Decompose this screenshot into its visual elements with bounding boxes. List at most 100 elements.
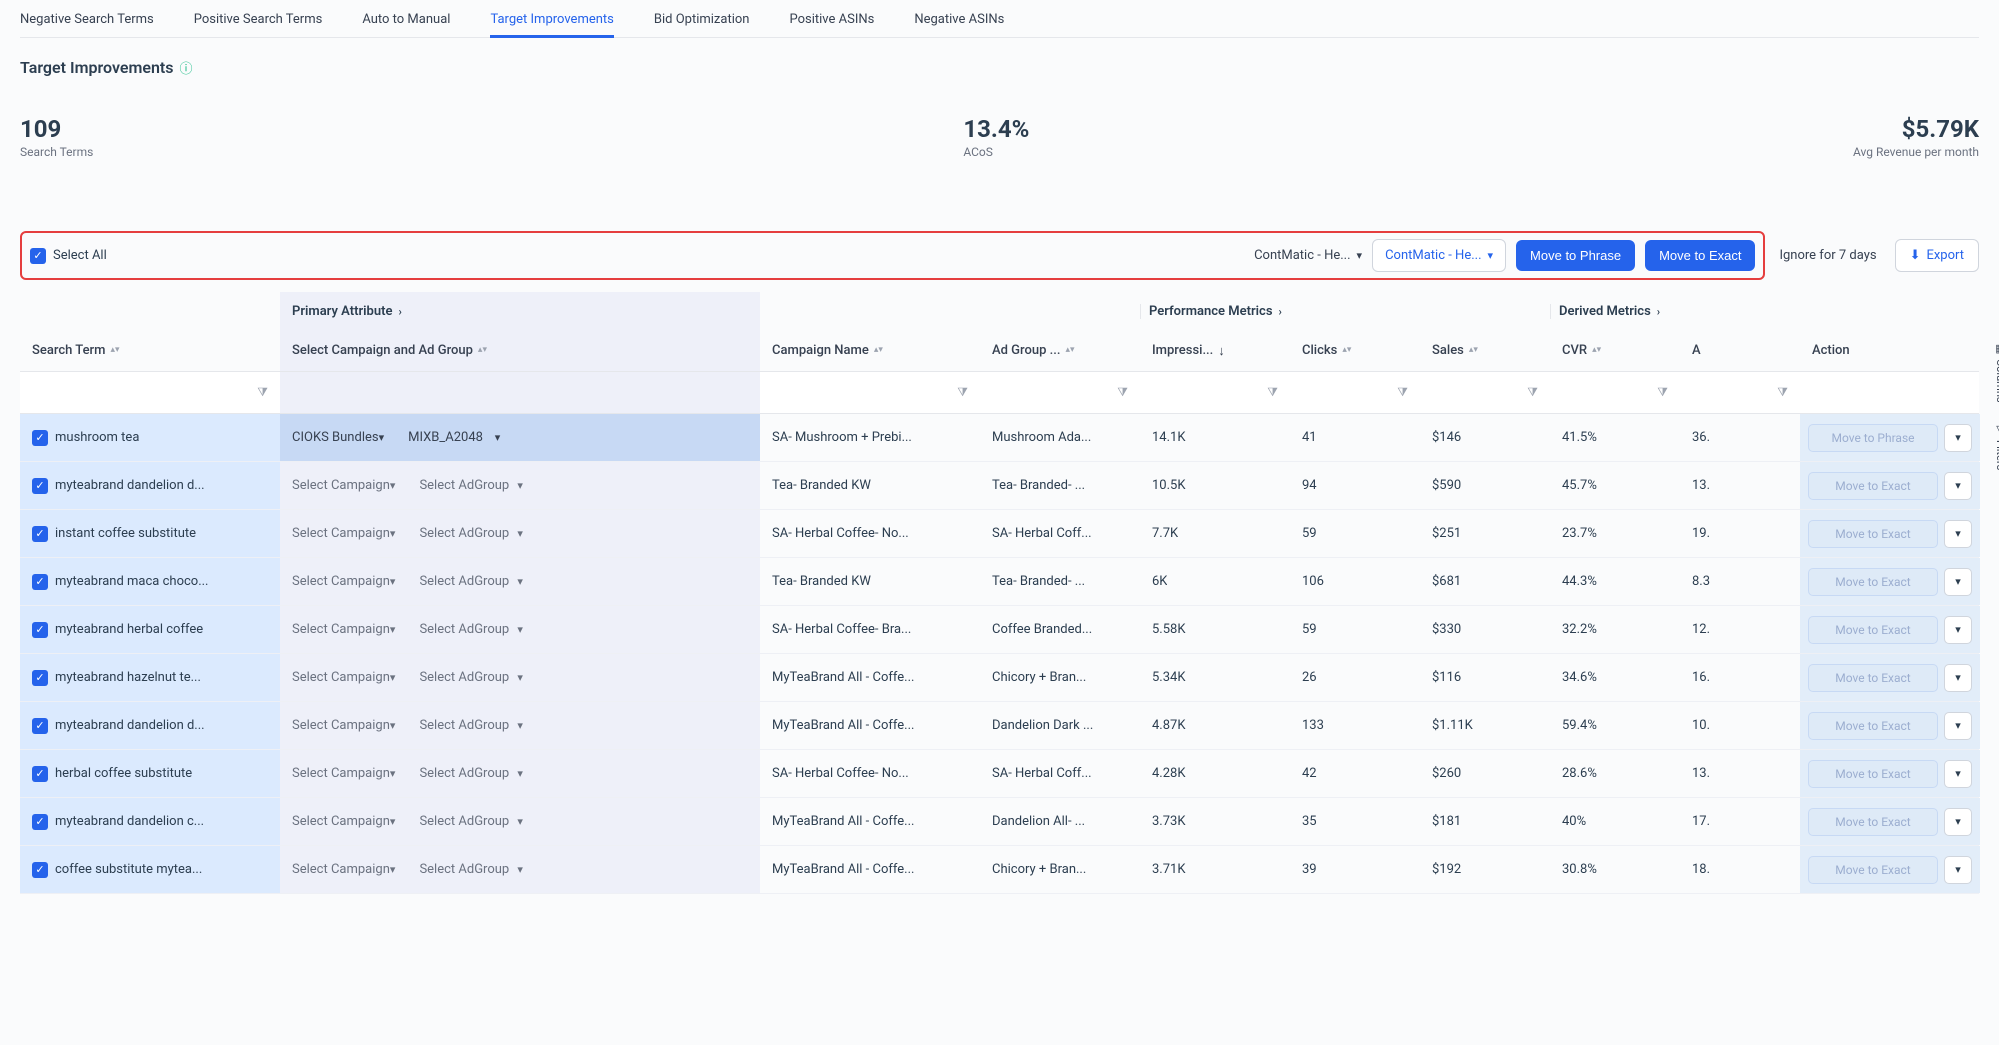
row-checkbox[interactable]: ✓ bbox=[32, 526, 48, 542]
action-dropdown-button[interactable]: ▾ bbox=[1944, 616, 1972, 644]
row-checkbox[interactable]: ✓ bbox=[32, 478, 48, 494]
filter-campaign[interactable] bbox=[772, 386, 957, 400]
row-checkbox[interactable]: ✓ bbox=[32, 718, 48, 734]
campaign-select[interactable]: Select Campaign▾ bbox=[280, 462, 407, 509]
info-icon[interactable]: ⓘ bbox=[180, 58, 193, 77]
adgroup-select[interactable]: Select AdGroup▾ bbox=[407, 846, 534, 893]
tab-negative-asins[interactable]: Negative ASINs bbox=[914, 10, 1004, 29]
action-dropdown-button[interactable]: ▾ bbox=[1944, 856, 1972, 884]
tab-auto-to-manual[interactable]: Auto to Manual bbox=[362, 10, 450, 29]
filter-impressions[interactable] bbox=[1152, 386, 1267, 400]
tab-target-improvements[interactable]: Target Improvements bbox=[490, 10, 613, 38]
cell-sales: $146 bbox=[1420, 414, 1550, 461]
action-dropdown-button[interactable]: ▾ bbox=[1944, 568, 1972, 596]
cell-clicks: 35 bbox=[1290, 798, 1420, 845]
campaign-select[interactable]: Select Campaign▾ bbox=[280, 798, 407, 845]
filter-icon[interactable]: ⧩ bbox=[957, 385, 968, 400]
filter-search-term[interactable] bbox=[32, 386, 257, 400]
filter-icon[interactable]: ⧩ bbox=[1117, 385, 1128, 400]
campaign-select[interactable]: Select Campaign▾ bbox=[280, 558, 407, 605]
filter-icon[interactable]: ⧩ bbox=[1267, 385, 1278, 400]
row-checkbox[interactable]: ✓ bbox=[32, 862, 48, 878]
tab-bid-optimization[interactable]: Bid Optimization bbox=[654, 10, 750, 29]
cell-search-term[interactable]: ✓myteabrand dandelion d... bbox=[20, 702, 280, 749]
row-checkbox[interactable]: ✓ bbox=[32, 622, 48, 638]
move-to-phrase-button[interactable]: Move to Phrase bbox=[1516, 240, 1635, 271]
campaign-select[interactable]: Select Campaign▾ bbox=[280, 510, 407, 557]
filter-icon[interactable]: ⧩ bbox=[1657, 385, 1668, 400]
cell-search-term[interactable]: ✓myteabrand dandelion d... bbox=[20, 462, 280, 509]
cell-search-term[interactable]: ✓myteabrand dandelion c... bbox=[20, 798, 280, 845]
tab-negative-search-terms[interactable]: Negative Search Terms bbox=[20, 10, 154, 29]
cell-search-term[interactable]: ✓mushroom tea bbox=[20, 414, 280, 461]
row-checkbox[interactable]: ✓ bbox=[32, 670, 48, 686]
campaign-select[interactable]: CIOKS Bundles▾ bbox=[280, 414, 396, 461]
cell-sales: $1.11K bbox=[1420, 702, 1550, 749]
action-dropdown-button[interactable]: ▾ bbox=[1944, 424, 1972, 452]
export-button[interactable]: ⬇ Export bbox=[1895, 239, 1979, 272]
filter-icon[interactable]: ⧩ bbox=[1397, 385, 1408, 400]
row-checkbox[interactable]: ✓ bbox=[32, 814, 48, 830]
filter-clicks[interactable] bbox=[1302, 386, 1397, 400]
adgroup-select[interactable]: MIXB_A2048▾ bbox=[396, 414, 512, 461]
filter-icon[interactable]: ⧩ bbox=[1527, 385, 1538, 400]
adgroup-select[interactable]: Select AdGroup▾ bbox=[407, 558, 534, 605]
select-all[interactable]: ✓ Select All bbox=[30, 248, 107, 264]
adgroup-select[interactable]: Select AdGroup▾ bbox=[407, 798, 534, 845]
column-group-primary[interactable]: Primary Attribute › bbox=[280, 292, 760, 330]
filter-icon[interactable]: ⧩ bbox=[257, 385, 268, 400]
cell-search-term[interactable]: ✓myteabrand maca choco... bbox=[20, 558, 280, 605]
column-group-derived[interactable]: Derived Metrics › bbox=[1550, 304, 1680, 319]
col-campaign-name[interactable]: Campaign Name▴▾ bbox=[760, 343, 980, 358]
columns-panel-toggle[interactable]: ▦ Columns bbox=[1994, 342, 1999, 403]
campaign-select[interactable]: Select Campaign▾ bbox=[280, 606, 407, 653]
action-dropdown-button[interactable]: ▾ bbox=[1944, 472, 1972, 500]
action-dropdown-button[interactable]: ▾ bbox=[1944, 760, 1972, 788]
tab-positive-search-terms[interactable]: Positive Search Terms bbox=[194, 10, 323, 29]
col-ad-group[interactable]: Ad Group ...▴▾ bbox=[980, 343, 1140, 358]
adgroup-select[interactable]: Select AdGroup▾ bbox=[407, 606, 534, 653]
cell-impr: 10.5K bbox=[1140, 462, 1290, 509]
filter-adgroup[interactable] bbox=[992, 386, 1117, 400]
column-group-performance[interactable]: Performance Metrics › bbox=[1140, 304, 1290, 319]
filter-sales[interactable] bbox=[1432, 386, 1527, 400]
cell-search-term[interactable]: ✓herbal coffee substitute bbox=[20, 750, 280, 797]
action-dropdown-button[interactable]: ▾ bbox=[1944, 808, 1972, 836]
campaign-select[interactable]: Select Campaign▾ bbox=[280, 750, 407, 797]
action-dropdown-button[interactable]: ▾ bbox=[1944, 520, 1972, 548]
campaign-select[interactable]: Select Campaign▾ bbox=[280, 654, 407, 701]
filter-a[interactable] bbox=[1692, 386, 1777, 400]
cell-search-term[interactable]: ✓instant coffee substitute bbox=[20, 510, 280, 557]
move-to-exact-button[interactable]: Move to Exact bbox=[1645, 240, 1755, 271]
campaign-select[interactable]: Select Campaign▾ bbox=[280, 846, 407, 893]
col-sales[interactable]: Sales▴▾ bbox=[1420, 343, 1550, 358]
col-search-term[interactable]: Search Term▴▾ bbox=[20, 343, 280, 358]
action-dropdown-button[interactable]: ▾ bbox=[1944, 664, 1972, 692]
page-title: Target Improvements bbox=[20, 58, 174, 77]
row-checkbox[interactable]: ✓ bbox=[32, 766, 48, 782]
col-a[interactable]: A bbox=[1680, 343, 1800, 358]
cell-search-term[interactable]: ✓myteabrand herbal coffee bbox=[20, 606, 280, 653]
filters-panel-toggle[interactable]: ▽ Filters bbox=[1994, 423, 1999, 470]
cell-search-term[interactable]: ✓coffee substitute mytea... bbox=[20, 846, 280, 893]
adgroup-select[interactable]: Select AdGroup▾ bbox=[407, 462, 534, 509]
campaign-dropdown-boxed[interactable]: ContMatic - He... ▾ bbox=[1372, 239, 1506, 272]
row-checkbox[interactable]: ✓ bbox=[32, 430, 48, 446]
row-checkbox[interactable]: ✓ bbox=[32, 574, 48, 590]
adgroup-select[interactable]: Select AdGroup▾ bbox=[407, 750, 534, 797]
campaign-select[interactable]: Select Campaign▾ bbox=[280, 702, 407, 749]
col-impressions[interactable]: Impressi...↓ bbox=[1140, 343, 1290, 359]
ignore-button[interactable]: Ignore for 7 days bbox=[1779, 248, 1876, 263]
tab-positive-asins[interactable]: Positive ASINs bbox=[789, 10, 874, 29]
cell-search-term[interactable]: ✓myteabrand hazelnut te... bbox=[20, 654, 280, 701]
col-clicks[interactable]: Clicks▴▾ bbox=[1290, 343, 1420, 358]
adgroup-select[interactable]: Select AdGroup▾ bbox=[407, 702, 534, 749]
col-cvr[interactable]: CVR▴▾ bbox=[1550, 343, 1680, 358]
adgroup-select[interactable]: Select AdGroup▾ bbox=[407, 510, 534, 557]
filter-cvr[interactable] bbox=[1562, 386, 1657, 400]
filter-icon[interactable]: ⧩ bbox=[1777, 385, 1788, 400]
adgroup-select[interactable]: Select AdGroup▾ bbox=[407, 654, 534, 701]
campaign-dropdown-plain[interactable]: ContMatic - He... ▾ bbox=[1254, 248, 1362, 263]
col-select-campaign[interactable]: Select Campaign and Ad Group▴▾ bbox=[280, 330, 760, 371]
action-dropdown-button[interactable]: ▾ bbox=[1944, 712, 1972, 740]
